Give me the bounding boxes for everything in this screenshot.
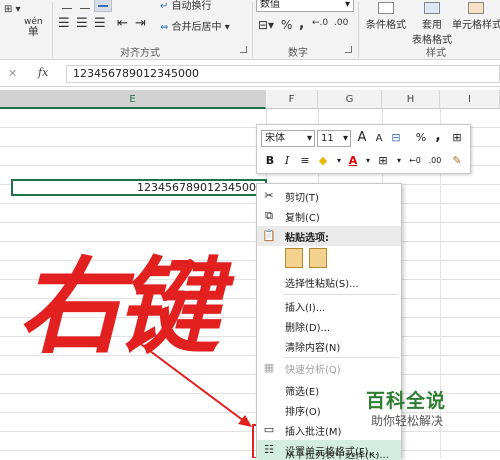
comma-button[interactable]: , xyxy=(430,128,446,144)
menu-item-label: 删除(D)... xyxy=(285,323,331,334)
paste-values-icon[interactable] xyxy=(285,248,303,268)
menu-item-label: 快速分析(Q) xyxy=(285,365,341,376)
chevron-down-icon[interactable]: ▾ xyxy=(360,153,376,169)
menu-item-delete[interactable]: 删除(D)... xyxy=(257,316,401,336)
font-size-select[interactable]: 11 ▾ xyxy=(317,130,351,147)
menu-item-label: 粘贴选项: xyxy=(285,233,329,244)
format-painter-icon[interactable]: ⊞ xyxy=(449,130,465,146)
menu-item-label: 插入(I)... xyxy=(285,303,326,314)
watermark-title: 百科全说 xyxy=(366,390,447,412)
comment-icon: ▭ xyxy=(263,423,275,436)
decrease-decimal-icon[interactable]: .00 xyxy=(427,153,443,169)
menu-item-paste-options: 📋 粘贴选项: xyxy=(257,226,401,246)
copy-icon: ⧉ xyxy=(265,209,273,222)
menu-divider xyxy=(283,294,399,295)
menu-item-quick-analysis: ▦ 快速分析(Q) xyxy=(257,358,401,378)
italic-button[interactable]: I xyxy=(279,153,295,169)
fill-color-icon[interactable]: ◆ xyxy=(315,153,331,169)
font-name-select[interactable]: 宋体 ▾ xyxy=(261,130,315,147)
paste-all-icon[interactable] xyxy=(309,248,327,268)
menu-item-label: 选择性粘贴(S)... xyxy=(285,279,359,290)
watermark-subtitle: 助你轻松解决 xyxy=(371,414,444,428)
shrink-font-button[interactable]: A xyxy=(371,131,387,147)
menu-item-label: 清除内容(N) xyxy=(285,343,341,354)
mini-toolbar: 宋体 ▾ 11 ▾ A A ⊟ % , ⊞ B I ≡ ◆ ▾ A ▾ ⊞ ▾ … xyxy=(256,124,471,174)
bold-button[interactable]: B xyxy=(262,153,278,169)
align-center-icon[interactable]: ≡ xyxy=(297,153,313,169)
accounting-format-icon[interactable]: ⊟ xyxy=(388,130,404,146)
percent-button[interactable]: % xyxy=(413,130,429,146)
quick-analysis-icon: ▦ xyxy=(263,361,275,374)
chevron-down-icon: ▾ xyxy=(306,133,312,144)
borders-icon[interactable]: ⊞ xyxy=(375,153,391,169)
font-name-value: 宋体 xyxy=(265,133,285,144)
menu-item-label: 排序(O) xyxy=(285,407,321,418)
font-size-value: 11 xyxy=(321,133,334,144)
menu-item-paste-special[interactable]: 选择性粘贴(S)... xyxy=(257,272,401,292)
menu-item-paste-icons xyxy=(257,246,401,272)
font-color-icon[interactable]: A xyxy=(345,153,361,169)
menu-item-label: 插入批注(M) xyxy=(285,427,342,438)
increase-decimal-icon[interactable]: ←0 xyxy=(407,153,423,169)
menu-item-insert[interactable]: 插入(I)... xyxy=(257,296,401,316)
menu-item-copy[interactable]: ⧉ 复制(C) xyxy=(257,206,401,226)
menu-item-label: 复制(C) xyxy=(285,213,320,224)
chevron-down-icon[interactable]: ▾ xyxy=(391,153,407,169)
menu-item-clear-contents[interactable]: 清除内容(N) xyxy=(257,336,401,356)
paste-icon: 📋 xyxy=(262,229,276,242)
format-painter-brush-icon[interactable]: ✎ xyxy=(449,153,465,169)
menu-item-label: 从下拉列表中选择(K)... xyxy=(285,452,389,460)
menu-item-label: 筛选(E) xyxy=(285,387,320,398)
menu-item-cut[interactable]: ✂ 剪切(T) xyxy=(257,186,401,206)
chevron-down-icon: ▾ xyxy=(342,133,348,144)
menu-item-label: 剪切(T) xyxy=(285,193,319,204)
grow-font-button[interactable]: A xyxy=(354,130,370,146)
menu-item-pick-from-list[interactable]: 从下拉列表中选择(K)... xyxy=(257,452,401,460)
scissors-icon: ✂ xyxy=(264,189,274,202)
